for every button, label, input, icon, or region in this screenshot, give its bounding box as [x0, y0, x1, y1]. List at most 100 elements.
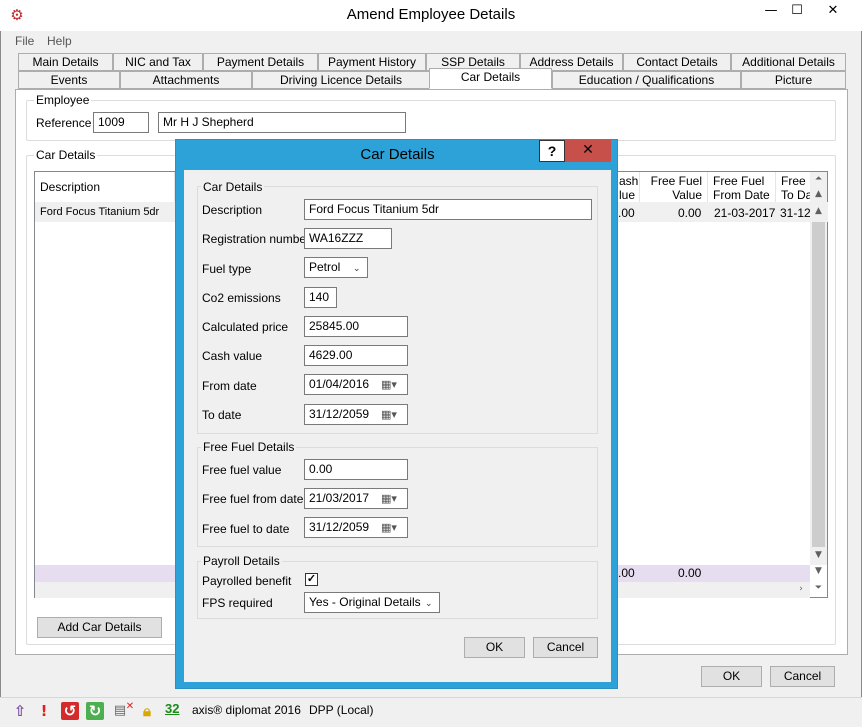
- column-header-description[interactable]: Description: [35, 172, 175, 202]
- row-free-fuel-to: 31-12-: [780, 206, 810, 220]
- scroll-top-icon[interactable]: ⏶: [810, 174, 827, 184]
- menu-bar: File Help: [0, 32, 862, 50]
- dialog-close-button[interactable]: ✕: [565, 140, 611, 162]
- calculated-price-field[interactable]: 25845.00: [304, 316, 408, 337]
- database-name: DPP (Local): [309, 703, 374, 717]
- dialog-body: Car Details Description Ford Focus Titan…: [184, 170, 611, 682]
- free-fuel-value-label: Free fuel value: [202, 463, 282, 477]
- tab-car-details[interactable]: Car Details: [429, 68, 552, 89]
- payrolled-benefit-label: Payrolled benefit: [202, 574, 292, 588]
- total-cash-value: .00: [618, 566, 635, 580]
- payrolled-benefit-checkbox[interactable]: ✓: [305, 573, 318, 586]
- menu-file[interactable]: File: [15, 34, 34, 48]
- cash-value-field[interactable]: 4629.00: [304, 345, 408, 366]
- scroll-down-icon[interactable]: ▼: [810, 550, 827, 560]
- upload-arrow-icon[interactable]: ⇧: [11, 702, 29, 720]
- dialog-ok-button[interactable]: OK: [464, 637, 525, 658]
- menu-help[interactable]: Help: [47, 34, 72, 48]
- column-header-free-fuel-from-line1: Free Fuel: [713, 174, 765, 188]
- chevron-down-icon: ⌄: [353, 264, 361, 274]
- co2-label: Co2 emissions: [202, 291, 281, 305]
- description-label: Description: [202, 203, 263, 217]
- title-bar: ⚙ Amend Employee Details — ☐ ✕: [0, 0, 862, 31]
- tab-education-qualifications[interactable]: Education / Qualifications: [552, 71, 741, 89]
- tab-main-details[interactable]: Main Details: [18, 53, 113, 71]
- to-date-picker[interactable]: 31/12/2059 ▦▾: [304, 404, 408, 425]
- row-free-fuel-value: 0.00: [678, 206, 702, 220]
- employee-group-label: Employee: [34, 93, 92, 107]
- free-fuel-from-picker[interactable]: 21/03/2017 ▦▾: [304, 488, 408, 509]
- tab-events[interactable]: Events: [18, 71, 120, 89]
- close-button[interactable]: ✕: [818, 1, 848, 21]
- car-section-label: Car Details: [201, 180, 265, 194]
- column-header-free-fuel-from[interactable]: Free Fuel From Date: [708, 172, 776, 202]
- cancel-button[interactable]: Cancel: [770, 666, 835, 687]
- tab-contact-details[interactable]: Contact Details: [623, 53, 731, 71]
- undo-icon[interactable]: ↺: [61, 702, 79, 720]
- tab-picture[interactable]: Picture: [741, 71, 846, 89]
- column-header-free-fuel-value[interactable]: Free Fuel Value: [640, 172, 708, 202]
- tab-attachments[interactable]: Attachments: [120, 71, 252, 89]
- payroll-section-label: Payroll Details: [201, 554, 282, 568]
- free-fuel-from-value: 21/03/2017: [309, 491, 370, 505]
- employee-name-field[interactable]: Mr H J Shepherd: [158, 112, 406, 133]
- row-description: Ford Focus Titanium 5dr: [40, 206, 160, 218]
- column-header-cash-value-line2: lue: [619, 188, 636, 202]
- fps-required-label: FPS required: [202, 596, 273, 610]
- delete-x-icon: ✕: [125, 701, 135, 712]
- free-fuel-value-field[interactable]: 0.00: [304, 459, 408, 480]
- free-fuel-to-value: 31/12/2059: [309, 520, 370, 534]
- column-header-free-fuel-value-line1: Free Fuel: [650, 174, 702, 188]
- column-header-free-fuel-to-line1: Free F: [781, 174, 810, 188]
- free-fuel-section-label: Free Fuel Details: [201, 440, 297, 454]
- fuel-type-label: Fuel type: [202, 262, 252, 276]
- calculated-price-label: Calculated price: [202, 320, 289, 334]
- car-details-dialog: Car Details ? ✕ Car Details Description …: [175, 139, 618, 689]
- reference-field[interactable]: 1009: [93, 112, 149, 133]
- co2-field[interactable]: 140: [304, 287, 337, 308]
- car-details-group-label: Car Details: [34, 148, 98, 162]
- calendar-icon: ▦▾: [381, 378, 397, 391]
- scroll-down-small-icon[interactable]: ▼: [810, 566, 827, 576]
- scroll-up-icon[interactable]: ▲: [810, 189, 827, 199]
- minimize-button[interactable]: —: [758, 1, 784, 21]
- tab-payment-details[interactable]: Payment Details: [203, 53, 318, 71]
- registration-label: Registration number: [202, 232, 311, 246]
- calendar-icon: ▦▾: [381, 492, 397, 505]
- lock-icon[interactable]: 🔒︎: [138, 702, 156, 720]
- add-car-details-button[interactable]: Add Car Details: [37, 617, 162, 638]
- fps-required-select[interactable]: Yes - Original Details ⌄: [304, 592, 440, 613]
- scroll-up-small-icon[interactable]: ▲: [810, 206, 827, 216]
- registration-field[interactable]: WA16ZZZ: [304, 228, 392, 249]
- column-header-free-fuel-from-line2: From Date: [713, 188, 770, 202]
- record-count: 32: [165, 701, 180, 716]
- scroll-right-icon[interactable]: ›: [794, 584, 808, 594]
- from-date-picker[interactable]: 01/04/2016 ▦▾: [304, 374, 408, 395]
- tab-additional-details[interactable]: Additional Details: [731, 53, 846, 71]
- fps-required-value: Yes - Original Details: [309, 595, 421, 609]
- reference-label: Reference: [36, 116, 92, 130]
- from-date-label: From date: [202, 379, 257, 393]
- fuel-type-select[interactable]: Petrol ⌄: [304, 257, 368, 278]
- description-field[interactable]: Ford Focus Titanium 5dr: [304, 199, 592, 220]
- tab-nic-and-tax[interactable]: NIC and Tax: [113, 53, 203, 71]
- maximize-button[interactable]: ☐: [784, 1, 810, 21]
- dialog-cancel-button[interactable]: Cancel: [533, 637, 598, 658]
- scroll-thumb[interactable]: [812, 222, 825, 547]
- alert-icon[interactable]: !: [35, 702, 53, 720]
- tab-driving-licence-details[interactable]: Driving Licence Details: [252, 71, 430, 89]
- cash-value-label: Cash value: [202, 349, 263, 363]
- refresh-icon[interactable]: ↻: [86, 702, 104, 720]
- column-header-free-fuel-to[interactable]: Free F To Da: [776, 172, 810, 202]
- free-fuel-to-picker[interactable]: 31/12/2059 ▦▾: [304, 517, 408, 538]
- dialog-help-button[interactable]: ?: [539, 140, 565, 162]
- column-header-free-fuel-value-line2: Value: [672, 188, 702, 202]
- row-cash-value: .00: [618, 206, 635, 220]
- ok-button[interactable]: OK: [701, 666, 762, 687]
- scroll-bottom-icon[interactable]: ⏷: [810, 583, 827, 593]
- tab-payment-history[interactable]: Payment History: [318, 53, 426, 71]
- row-free-fuel-from: 21-03-2017: [714, 206, 776, 220]
- calendar-icon: ▦▾: [381, 521, 397, 534]
- chevron-down-icon: ⌄: [425, 599, 433, 609]
- free-fuel-from-label: Free fuel from date: [202, 492, 304, 506]
